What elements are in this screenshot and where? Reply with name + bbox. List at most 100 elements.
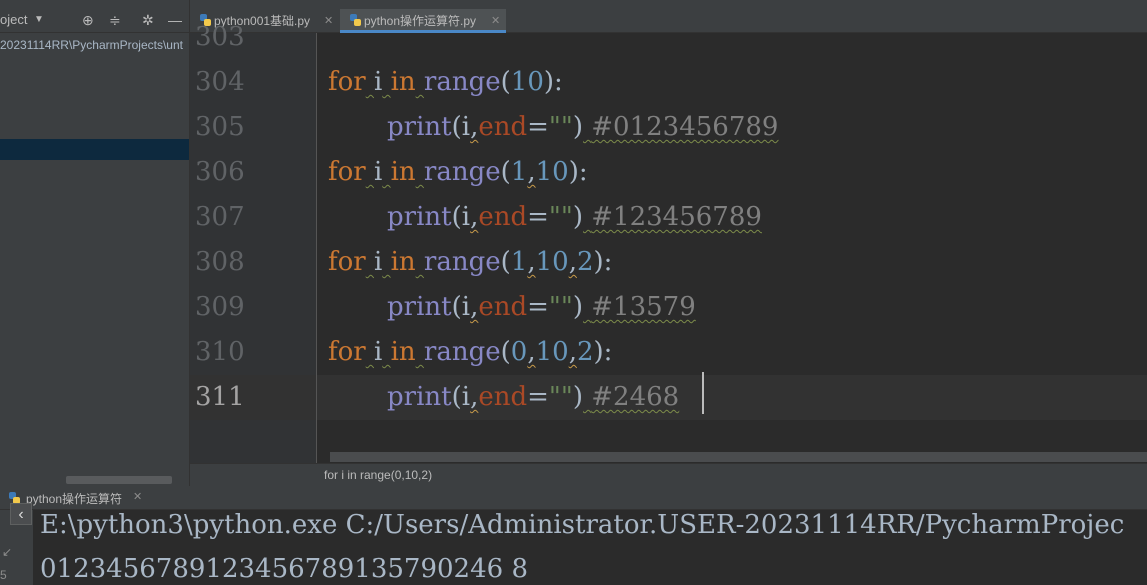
keyword-argument: end <box>478 112 528 142</box>
paren: ( <box>500 337 511 367</box>
breadcrumb: for i in range(0,10,2) <box>190 463 1147 486</box>
comma: , <box>527 337 536 367</box>
keyword: for <box>328 337 366 367</box>
editor-tabs: python001基础.py ✕ python操作运算符.py ✕ <box>190 9 1147 33</box>
argument: i <box>461 202 471 232</box>
keyword: in <box>390 337 416 367</box>
code-line[interactable]: print(i,end="") #0123456789 <box>387 105 778 150</box>
builtin-function: range <box>423 67 501 97</box>
crosshair-icon[interactable]: ⊕ <box>82 12 94 28</box>
code-line[interactable]: for i in range(1,10): <box>328 150 588 195</box>
code-line[interactable]: print(i,end="") #13579 <box>387 285 696 330</box>
code-line[interactable]: print(i,end="") #2468 <box>387 375 679 420</box>
operator: = <box>527 112 549 142</box>
paren: ( <box>451 112 462 142</box>
paren: ) <box>572 112 583 142</box>
number-literal: 10 <box>510 67 544 97</box>
console-line: 0123456789123456789135790246 8 <box>40 554 528 584</box>
keyword-argument: end <box>478 202 528 232</box>
code-line[interactable]: print(i,end="") #123456789 <box>387 195 762 240</box>
chevron-down-icon[interactable]: ▼ <box>34 14 44 25</box>
keyword: for <box>328 247 366 277</box>
project-tree-selected-row[interactable] <box>0 139 189 160</box>
code-line[interactable]: for i in range(1,10,2): <box>328 240 612 285</box>
number-literal: 10 <box>535 337 569 367</box>
comment: #13579 <box>591 292 696 322</box>
comment: #0123456789 <box>591 112 779 142</box>
comment: #123456789 <box>591 202 762 232</box>
line-number: 311 <box>195 382 245 412</box>
keyword-argument: end <box>478 382 528 412</box>
keyword: for <box>328 157 366 187</box>
project-title[interactable]: oject <box>0 12 27 27</box>
paren: ( <box>500 67 511 97</box>
keyword: in <box>390 67 416 97</box>
builtin-function: print <box>387 382 452 412</box>
tab-python-operators[interactable]: python操作运算符.py ✕ <box>340 9 506 33</box>
text-cursor <box>702 372 704 414</box>
paren: ): <box>593 337 613 367</box>
number-literal: 10 <box>535 247 569 277</box>
line-number: 304 <box>195 67 245 97</box>
chevron-left-icon[interactable]: ‹ <box>10 503 32 525</box>
line-number: 305 <box>195 112 245 142</box>
number-literal: 2 <box>576 337 594 367</box>
code-line[interactable]: for i in range(10): <box>328 60 563 105</box>
gutter-border <box>316 33 317 463</box>
string-literal: "" <box>548 202 573 232</box>
argument: i <box>461 292 471 322</box>
project-path[interactable]: 20231114RR\PycharmProjects\unt <box>0 38 183 52</box>
editor-hscrollbar[interactable] <box>330 452 1147 462</box>
operator: = <box>527 382 549 412</box>
run-side-num: 5 <box>0 568 7 582</box>
line-number: 310 <box>195 337 245 367</box>
breadcrumb-item[interactable]: for i in range(0,10,2) <box>324 468 432 482</box>
code-line[interactable]: for i in range(0,10,2): <box>328 330 612 375</box>
paren: ) <box>572 382 583 412</box>
number-literal: 1 <box>510 157 528 187</box>
keyword: for <box>328 67 366 97</box>
close-icon[interactable]: ✕ <box>133 490 142 503</box>
number-literal: 0 <box>510 337 528 367</box>
paren: ( <box>500 157 511 187</box>
operator: = <box>527 292 549 322</box>
number-literal: 10 <box>535 157 569 187</box>
string-literal: "" <box>548 112 573 142</box>
paren: ): <box>543 67 563 97</box>
run-console[interactable]: E:\python3\python.exe C:/Users/Administr… <box>33 510 1147 585</box>
minimize-icon[interactable]: — <box>168 12 182 28</box>
argument: i <box>461 112 471 142</box>
paren: ) <box>572 202 583 232</box>
tab-label: python操作运算符.py <box>364 14 477 28</box>
keyword: in <box>390 247 416 277</box>
close-icon[interactable]: ✕ <box>491 9 500 33</box>
number-literal: 2 <box>576 247 594 277</box>
comma: , <box>568 337 577 367</box>
run-side-mark[interactable]: ↙ <box>2 545 12 559</box>
comma: , <box>568 247 577 277</box>
collapse-icon[interactable]: ≑ <box>109 12 121 28</box>
comma: , <box>527 247 536 277</box>
builtin-function: print <box>387 112 452 142</box>
paren: ( <box>451 292 462 322</box>
project-hscroll-thumb[interactable] <box>66 476 172 484</box>
run-tab-label[interactable]: python操作运算符 <box>26 490 122 507</box>
close-icon[interactable]: ✕ <box>324 9 333 33</box>
builtin-function: print <box>387 292 452 322</box>
python-file-icon <box>350 14 361 27</box>
string-literal: "" <box>548 292 573 322</box>
gear-icon[interactable]: ✲ <box>142 12 154 28</box>
paren: ( <box>451 202 462 232</box>
paren: ) <box>572 292 583 322</box>
argument: i <box>461 382 471 412</box>
builtin-function: range <box>423 157 501 187</box>
